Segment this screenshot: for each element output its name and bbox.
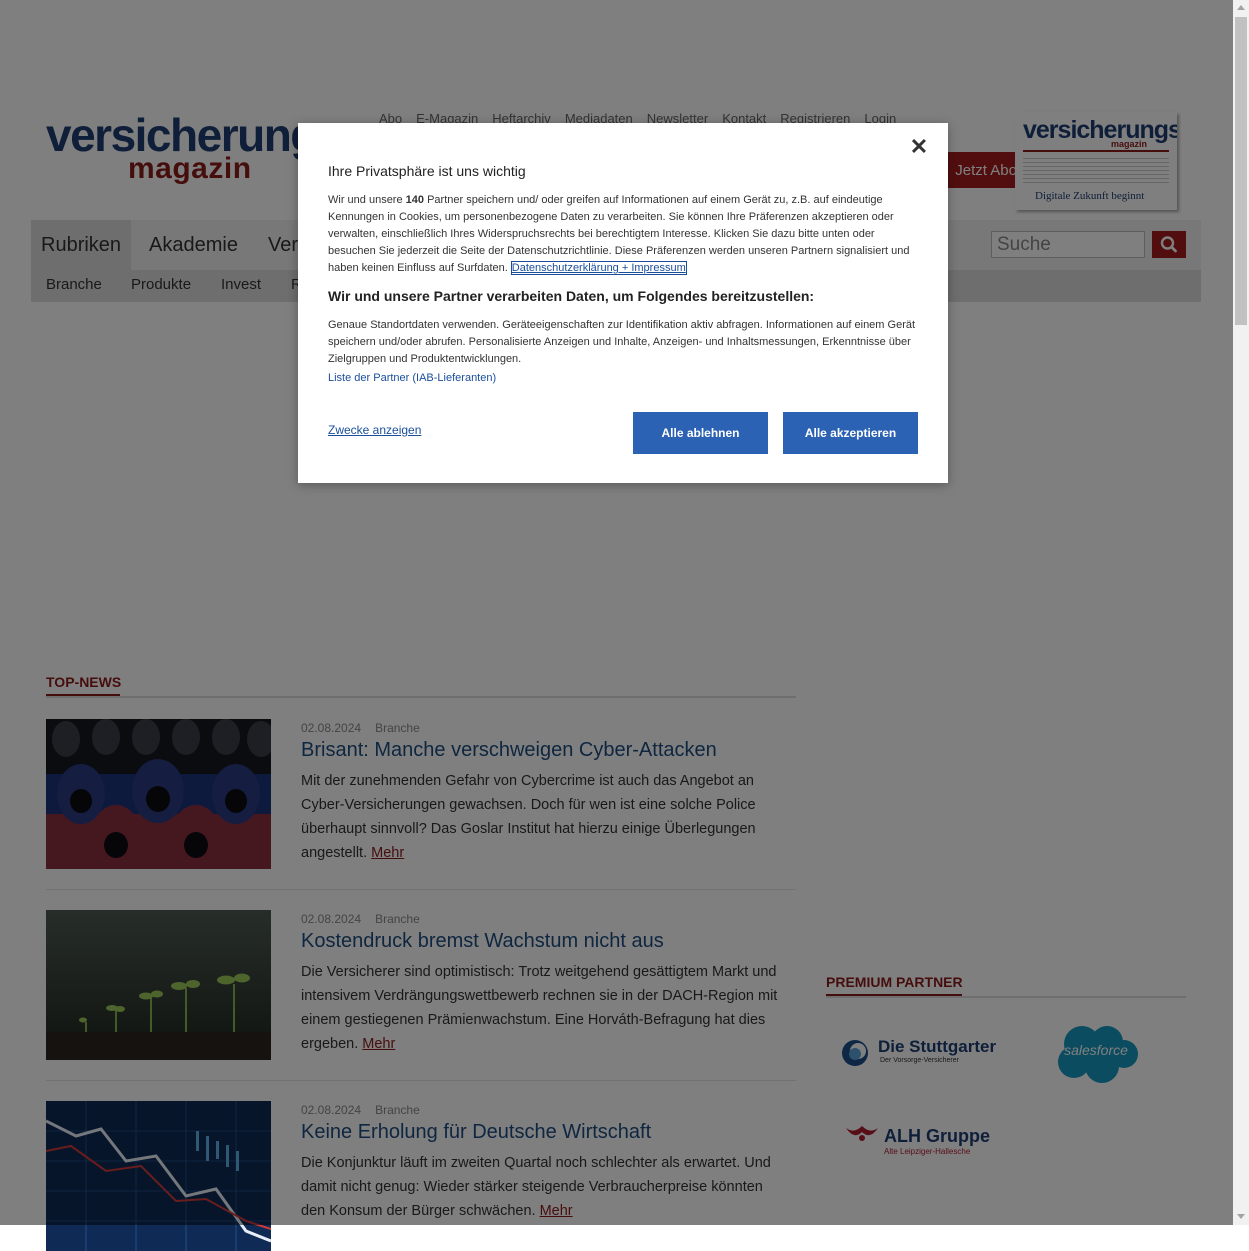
cookie-consent-dialog: ✕ Ihre Privatsphäre ist uns wichtig Wir … xyxy=(298,123,948,483)
accept-all-button[interactable]: Alle akzeptieren xyxy=(783,412,918,454)
consent-text-a: Wir und unsere xyxy=(328,194,406,206)
show-purposes-link[interactable]: Zwecke anzeigen xyxy=(328,423,421,437)
partner-count: 140 xyxy=(405,194,425,206)
scroll-up-arrow-icon[interactable] xyxy=(1237,5,1245,10)
consent-purposes-text: Genaue Standortdaten verwenden. Geräteei… xyxy=(328,319,916,365)
partner-list-link[interactable]: Liste der Partner (IAB-Lieferanten) xyxy=(328,372,496,384)
privacy-policy-link[interactable]: Datenschutzerklärung + Impressum xyxy=(510,261,687,275)
consent-title: Ihre Privatsphäre ist uns wichtig xyxy=(328,163,526,179)
scrollbar-thumb[interactable] xyxy=(1235,17,1247,325)
consent-description: Wir und unsere 140 Partner speichern und… xyxy=(328,192,918,277)
reject-all-button[interactable]: Alle ablehnen xyxy=(633,412,768,454)
consent-subtitle: Wir und unsere Partner verarbeiten Daten… xyxy=(328,288,815,304)
scroll-down-arrow-icon[interactable] xyxy=(1237,1214,1245,1219)
close-icon[interactable]: ✕ xyxy=(907,135,931,159)
